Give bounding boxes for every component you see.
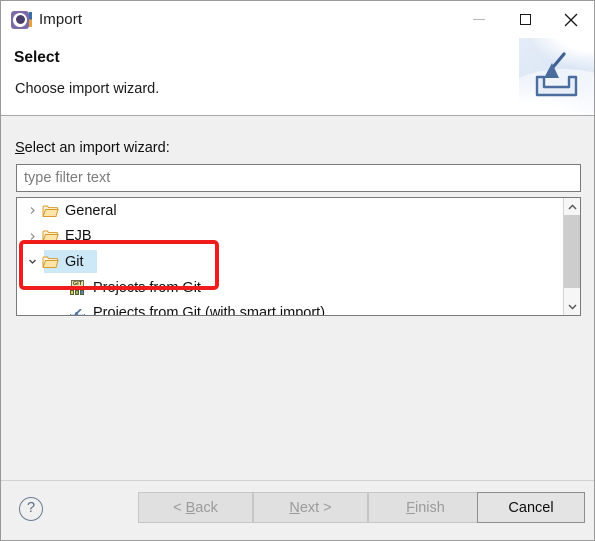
smart-import-wizard-icon <box>70 306 86 315</box>
finish-mnemonic: F <box>406 499 416 516</box>
tree-item-label: Projects from Git <box>93 279 201 296</box>
close-icon <box>564 13 578 26</box>
folder-icon <box>42 229 59 243</box>
tree-row-projects-from-git-smart[interactable]: Projects from Git (with smart import) <box>17 300 563 315</box>
window-title: Import <box>39 11 83 28</box>
tree-item-label: EJB <box>65 228 92 245</box>
import-dialog: Import Select Choose import wizard. Sele… <box>0 0 595 541</box>
scroll-down-button[interactable] <box>564 298 580 315</box>
tree-item-label: Git <box>65 253 84 270</box>
maximize-icon <box>519 14 531 25</box>
chevron-down-icon <box>567 303 577 310</box>
next-button[interactable]: Next > <box>253 492 368 523</box>
tree-item-label: General <box>65 202 117 219</box>
tree-item-label: Projects from Git (with smart import) <box>93 305 326 315</box>
close-button[interactable] <box>548 1 594 38</box>
dialog-footer: ? < Back Next > Finish Cancel <box>1 480 594 540</box>
filter-field-label: Select an import wizard: <box>15 140 170 156</box>
eclipse-gear-icon <box>10 10 32 30</box>
window-controls <box>456 1 594 38</box>
scroll-up-button[interactable] <box>564 198 580 215</box>
tree-row[interactable]: General <box>17 198 563 224</box>
tree-scroll-viewport: General EJB Git GIT Projects from Git Pr… <box>17 198 563 315</box>
dialog-body: Select an import wizard: General <box>1 116 594 482</box>
chevron-up-icon <box>567 203 577 210</box>
cancel-label: Cancel <box>508 499 554 516</box>
import-tray-arrow-icon <box>519 38 594 115</box>
next-mnemonic: N <box>289 499 300 516</box>
maximize-button[interactable] <box>502 1 548 38</box>
scrollbar-thumb[interactable] <box>564 215 580 288</box>
chevron-right-icon[interactable] <box>27 205 38 216</box>
folder-icon <box>42 204 59 218</box>
folder-open-icon <box>42 255 59 269</box>
cancel-button[interactable]: Cancel <box>477 492 585 523</box>
chevron-down-icon[interactable] <box>27 256 38 267</box>
next-post: ext > <box>299 499 332 516</box>
wizard-header: Select Choose import wizard. <box>1 38 594 116</box>
back-mnemonic: B <box>185 499 196 516</box>
minimize-icon <box>473 18 485 20</box>
search-input[interactable] <box>16 164 581 192</box>
git-wizard-icon: GIT <box>70 280 86 296</box>
help-icon[interactable]: ? <box>19 497 43 521</box>
finish-button[interactable]: Finish <box>368 492 483 523</box>
finish-post: inish <box>415 499 445 516</box>
tree-row-projects-from-git[interactable]: GIT Projects from Git <box>17 275 563 301</box>
chevron-right-icon[interactable] <box>27 231 38 242</box>
tree-row-git[interactable]: Git <box>17 249 563 275</box>
back-pre: < <box>173 499 186 516</box>
back-post: ack <box>195 499 218 516</box>
page-title: Select <box>14 49 60 66</box>
minimize-button[interactable] <box>456 1 502 38</box>
wizard-tree[interactable]: General EJB Git GIT Projects from Git Pr… <box>16 197 581 316</box>
tree-vertical-scrollbar[interactable] <box>563 198 580 315</box>
label-rest: elect an import wizard: <box>24 140 170 156</box>
label-mnemonic: S <box>15 140 25 156</box>
tree-row[interactable]: EJB <box>17 224 563 250</box>
back-button[interactable]: < Back <box>138 492 253 523</box>
page-description: Choose import wizard. <box>15 81 160 97</box>
title-bar: Import <box>1 1 594 38</box>
